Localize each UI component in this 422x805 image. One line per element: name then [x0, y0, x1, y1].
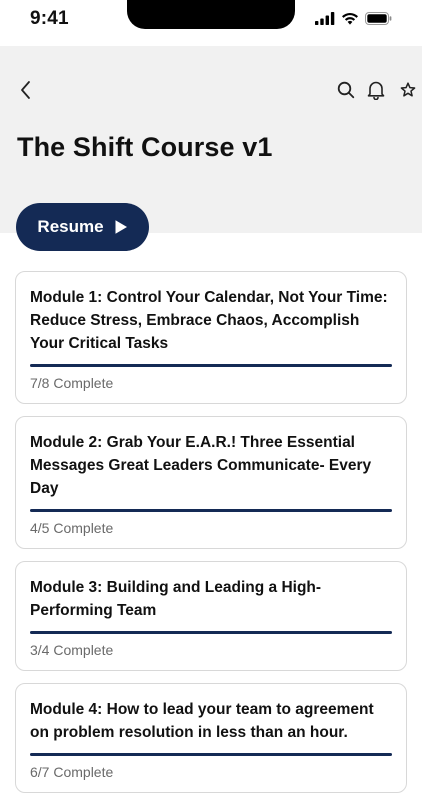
back-chevron-icon — [19, 80, 33, 105]
module-list: Module 1: Control Your Calendar, Not You… — [15, 271, 407, 805]
favorite-button[interactable] — [396, 80, 420, 104]
module-progress-fill — [30, 509, 392, 512]
module-status: 3/4 Complete — [30, 642, 114, 658]
battery-icon — [365, 12, 392, 25]
status-time: 9:41 — [30, 8, 69, 29]
star-icon — [400, 81, 416, 103]
module-progress-fill — [30, 364, 392, 367]
module-progress-fill — [30, 753, 392, 756]
module-progress-fill — [30, 631, 392, 634]
module-status: 7/8 Complete — [30, 375, 114, 391]
status-icons — [315, 12, 392, 25]
page-title: The Shift Course v1 — [17, 132, 273, 162]
module-card[interactable]: Module 2: Grab Your E.A.R.! Three Essent… — [15, 416, 407, 549]
status-bar: 9:41 — [0, 0, 422, 46]
module-status: 4/5 Complete — [30, 520, 114, 536]
notifications-button[interactable] — [364, 80, 388, 104]
module-card[interactable]: Module 1: Control Your Calendar, Not You… — [15, 271, 407, 404]
module-card[interactable]: Module 3: Building and Leading a High-Pe… — [15, 561, 407, 671]
back-button[interactable] — [14, 80, 38, 104]
module-progress-bar — [30, 509, 392, 512]
search-icon — [337, 81, 355, 104]
play-icon — [114, 219, 128, 235]
signal-icon — [315, 12, 335, 25]
module-title: Module 4: How to lead your team to agree… — [30, 701, 374, 741]
module-title: Module 2: Grab Your E.A.R.! Three Essent… — [30, 434, 372, 497]
resume-label: Resume — [37, 217, 104, 236]
search-button[interactable] — [334, 80, 358, 104]
module-title: Module 3: Building and Leading a High-Pe… — [30, 579, 322, 619]
resume-button[interactable]: Resume — [16, 203, 149, 251]
module-status: 6/7 Complete — [30, 764, 114, 780]
module-progress-bar — [30, 753, 392, 756]
module-progress-bar — [30, 631, 392, 634]
module-title: Module 1: Control Your Calendar, Not You… — [30, 289, 388, 352]
wifi-icon — [341, 12, 359, 25]
module-card[interactable]: Module 4: How to lead your team to agree… — [15, 683, 407, 793]
device-notch — [127, 0, 295, 29]
module-progress-bar — [30, 364, 392, 367]
bell-icon — [367, 80, 385, 105]
